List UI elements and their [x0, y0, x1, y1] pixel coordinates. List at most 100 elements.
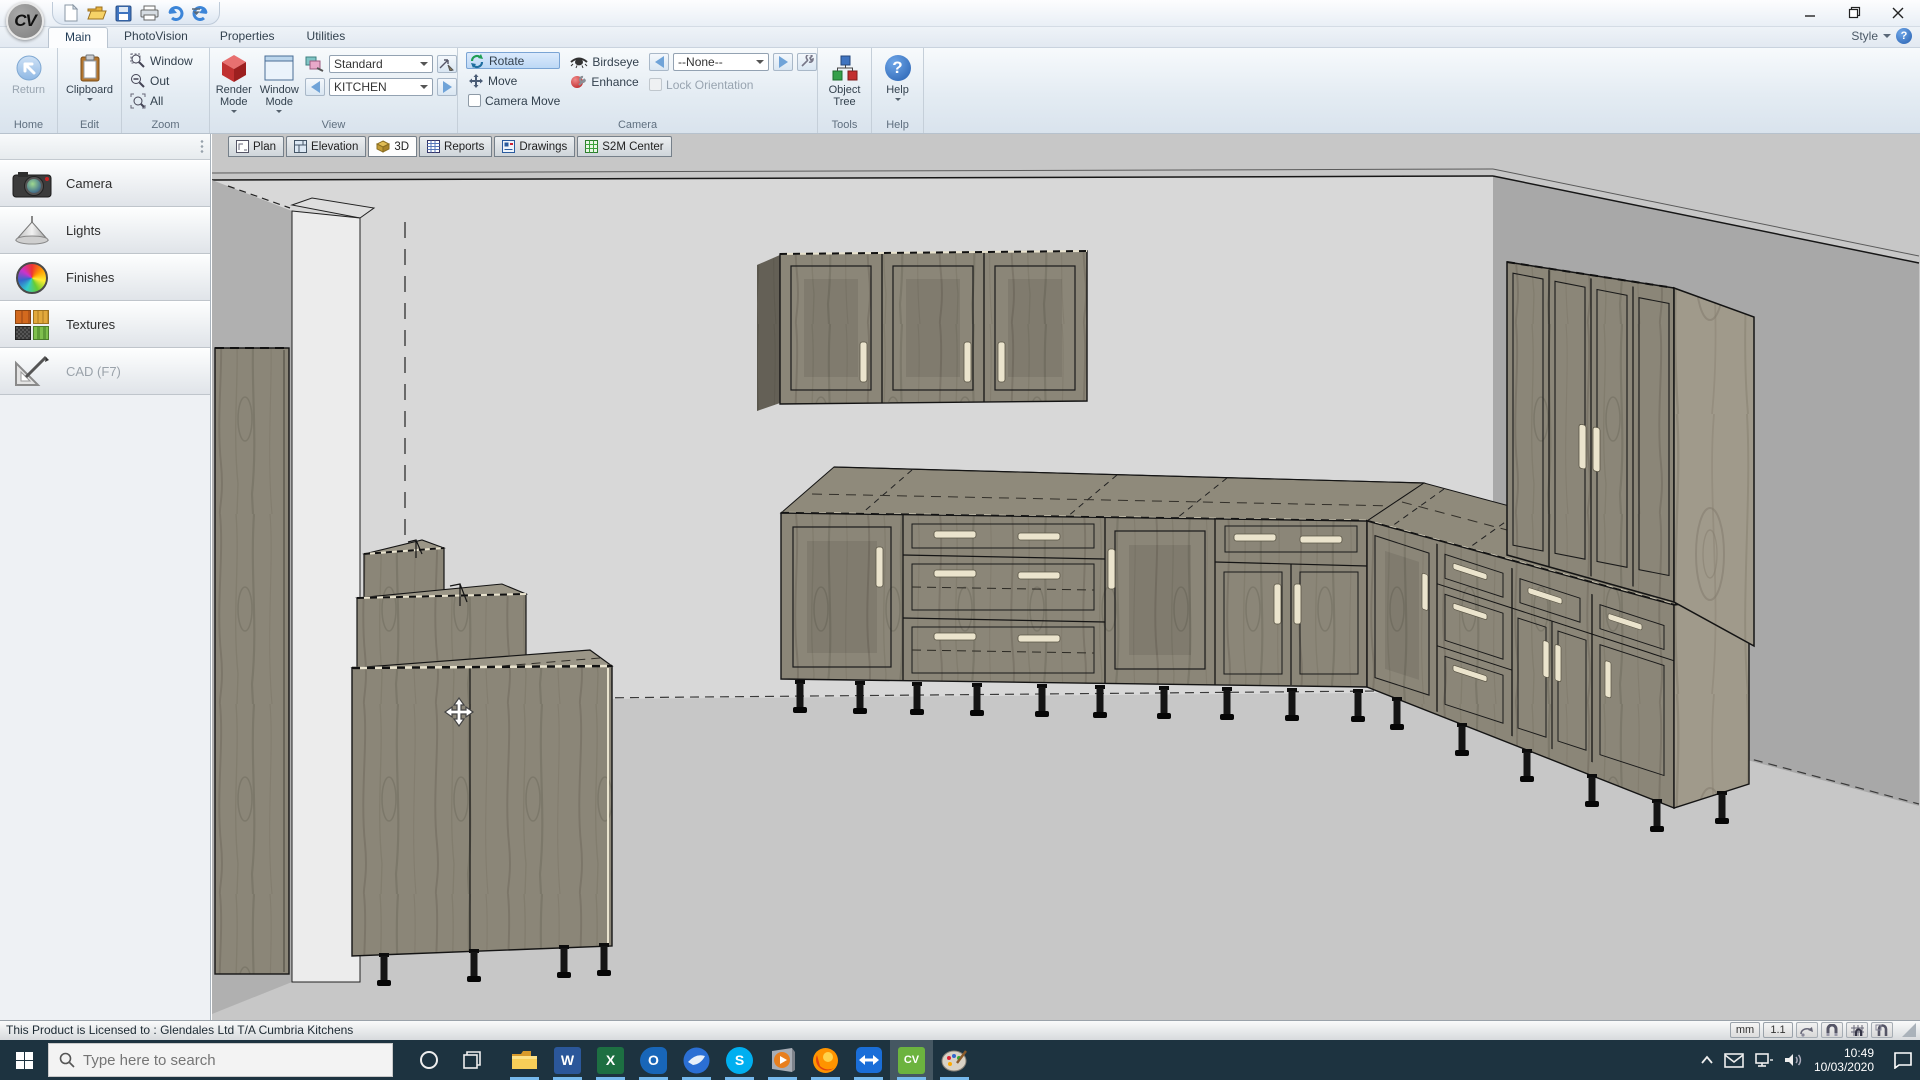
- render-mode-icon: [219, 52, 249, 84]
- cortana-button[interactable]: [407, 1040, 450, 1080]
- taskbar-app-thunderbird[interactable]: [675, 1040, 718, 1080]
- camera-move-checkbox[interactable]: [468, 94, 481, 107]
- orientation-settings-button[interactable]: [797, 53, 817, 71]
- wall-cabinet-center[interactable]: [757, 251, 1087, 411]
- style-caret-icon[interactable]: [1883, 34, 1891, 38]
- view-style-icon[interactable]: [305, 56, 325, 72]
- help-button[interactable]: ? Help: [885, 49, 911, 113]
- taskbar-app-cabinet-vision[interactable]: CV: [890, 1040, 933, 1080]
- taskbar-app-word[interactable]: W: [546, 1040, 589, 1080]
- open-file-icon[interactable]: [87, 3, 107, 23]
- zoom-all-button[interactable]: All: [130, 92, 193, 109]
- search-input[interactable]: [83, 1052, 363, 1069]
- units-indicator[interactable]: mm: [1730, 1022, 1760, 1038]
- zoom-out-icon: [130, 73, 146, 89]
- return-button[interactable]: Return: [12, 49, 45, 113]
- clock-date: 10/03/2020: [1814, 1060, 1874, 1074]
- birdseye-button[interactable]: Birdseye: [570, 53, 639, 70]
- room-next-button[interactable]: [437, 78, 457, 96]
- scale-indicator[interactable]: 1.1: [1763, 1022, 1793, 1038]
- new-document-icon[interactable]: [61, 3, 81, 23]
- clipboard-button[interactable]: Clipboard: [66, 49, 113, 113]
- style-help-icon[interactable]: ?: [1896, 28, 1912, 44]
- save-icon[interactable]: [113, 3, 133, 23]
- taskbar-app-paint[interactable]: [933, 1040, 976, 1080]
- minimize-button[interactable]: [1788, 0, 1832, 25]
- tab-utilities[interactable]: Utilities: [291, 27, 362, 48]
- object-snap-icon[interactable]: [1871, 1022, 1893, 1038]
- taskbar-app-excel[interactable]: X: [589, 1040, 632, 1080]
- taskbar-app-media-player[interactable]: [761, 1040, 804, 1080]
- sidebar-grip-icon[interactable]: [200, 139, 204, 155]
- scene-svg[interactable]: [212, 134, 1920, 1020]
- sidebar-item-lights[interactable]: Lights: [0, 207, 210, 254]
- mail-tray-icon[interactable]: [1724, 1053, 1744, 1068]
- close-button[interactable]: [1876, 0, 1920, 25]
- 3d-viewport[interactable]: [212, 134, 1920, 1020]
- camera-move-toggle[interactable]: Camera Move: [466, 92, 560, 109]
- taskbar-app-firefox[interactable]: [804, 1040, 847, 1080]
- tab-main[interactable]: Main: [48, 27, 108, 48]
- print-icon[interactable]: [139, 3, 159, 23]
- wrench-icon: [800, 55, 814, 68]
- taskbar-app-skype[interactable]: S: [718, 1040, 761, 1080]
- taskbar-app-outlook[interactable]: O: [632, 1040, 675, 1080]
- view-tab-drawings[interactable]: Drawings: [494, 136, 575, 157]
- grid-snap-icon[interactable]: [1846, 1022, 1868, 1038]
- taskbar-app-teamviewer[interactable]: [847, 1040, 890, 1080]
- view-tab-s2m[interactable]: S2M Center: [577, 136, 671, 157]
- sidebar-item-finishes[interactable]: Finishes: [0, 254, 210, 301]
- orientation-next-button[interactable]: [773, 53, 793, 71]
- zoom-window-button[interactable]: Window: [130, 52, 193, 69]
- volume-icon[interactable]: [1784, 1052, 1804, 1068]
- network-icon[interactable]: [1754, 1052, 1774, 1068]
- taskbar-search[interactable]: [48, 1043, 393, 1077]
- window-mode-button[interactable]: Window Mode: [260, 49, 300, 113]
- view-tab-elevation[interactable]: Elevation: [286, 136, 366, 157]
- teamviewer-icon: [856, 1047, 882, 1073]
- tab-properties[interactable]: Properties: [204, 27, 291, 48]
- taskbar-app-file-explorer[interactable]: [503, 1040, 546, 1080]
- cabinet-left-panel[interactable]: [215, 348, 289, 974]
- camera-rotate-button[interactable]: Rotate: [466, 52, 560, 69]
- object-tree-button[interactable]: Object Tree: [819, 49, 871, 113]
- sidebar-item-textures[interactable]: Textures: [0, 301, 210, 348]
- taskbar-clock[interactable]: 10:49 10/03/2020: [1814, 1046, 1874, 1074]
- pan-rotate-icon[interactable]: [1796, 1022, 1818, 1038]
- task-view-button[interactable]: [450, 1040, 493, 1080]
- orientation-prev-button[interactable]: [649, 53, 669, 71]
- resize-grip-icon[interactable]: [1902, 1023, 1916, 1037]
- edit-view-button[interactable]: [437, 55, 457, 73]
- lock-orientation-toggle[interactable]: Lock Orientation: [649, 76, 817, 93]
- room-prev-button[interactable]: [305, 78, 325, 96]
- camera-move-button[interactable]: Move: [466, 72, 560, 89]
- sidebar-item-camera[interactable]: Camera: [0, 160, 210, 207]
- view-style-combo[interactable]: Standard: [329, 55, 433, 73]
- undo-icon[interactable]: [165, 3, 185, 23]
- enhance-button[interactable]: Enhance: [570, 73, 639, 90]
- group-label-help: Help: [872, 119, 923, 131]
- restore-button[interactable]: [1832, 0, 1876, 25]
- action-center-icon[interactable]: [1892, 1051, 1914, 1069]
- drawings-icon: [502, 140, 515, 153]
- room-combo[interactable]: KITCHEN: [329, 78, 433, 96]
- lock-orientation-checkbox[interactable]: [649, 78, 662, 91]
- ribbon-group-view: Render Mode Window Mode Standard: [210, 48, 458, 133]
- app-logo[interactable]: CV: [6, 2, 44, 40]
- camera-icon: [10, 164, 54, 204]
- tab-photovision[interactable]: PhotoVision: [108, 27, 204, 48]
- style-selector-label[interactable]: Style: [1851, 29, 1878, 43]
- sidebar-header[interactable]: [0, 134, 210, 160]
- snap-magnet-icon[interactable]: [1821, 1022, 1843, 1038]
- ribbon-group-camera: Rotate Move Camera Move Birdseye: [458, 48, 818, 133]
- sidebar-item-cad[interactable]: CAD (F7): [0, 348, 210, 395]
- view-tab-reports[interactable]: Reports: [419, 136, 492, 157]
- render-mode-button[interactable]: Render Mode: [214, 49, 254, 113]
- zoom-out-button[interactable]: Out: [130, 72, 193, 89]
- orientation-combo[interactable]: --None--: [673, 53, 769, 71]
- tray-expand-icon[interactable]: [1700, 1055, 1714, 1065]
- view-tab-3d[interactable]: 3D: [368, 136, 417, 157]
- quick-access-overflow-icon[interactable]: [190, 6, 204, 20]
- view-tab-plan[interactable]: Plan: [228, 136, 284, 157]
- start-button[interactable]: [0, 1040, 48, 1080]
